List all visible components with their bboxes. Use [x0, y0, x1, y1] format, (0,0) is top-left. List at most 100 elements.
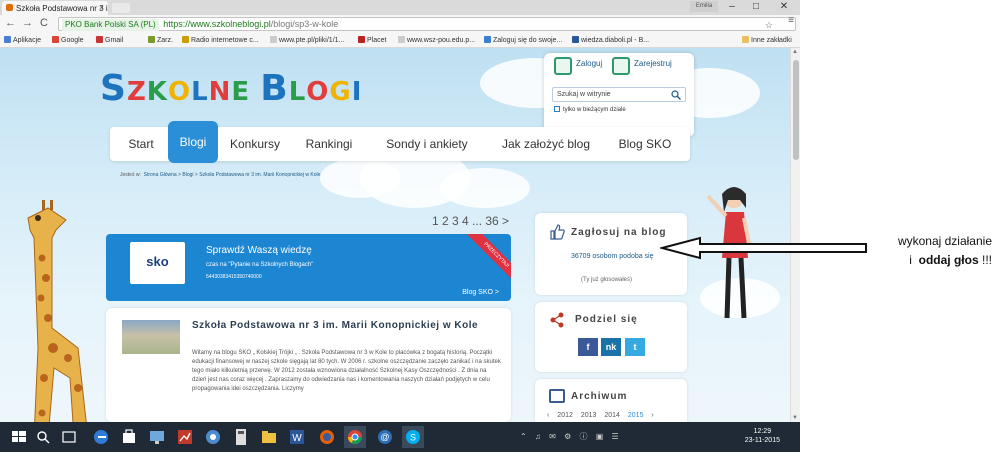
edge-icon[interactable] [90, 426, 112, 448]
bookmark-radio[interactable]: Radio internetowe c... [182, 36, 259, 44]
checkbox-icon[interactable] [554, 106, 560, 112]
scroll-down-icon[interactable]: ▼ [792, 415, 798, 421]
maximize-button[interactable]: □ [744, 0, 768, 14]
minimize-button[interactable]: – [720, 0, 744, 14]
instruction-annotation: wykonaj działanie i oddaj głos !!! [862, 232, 992, 270]
archive-year-2015[interactable]: 2015 [628, 412, 644, 419]
article-title[interactable]: Szkoła Podstawowa nr 3 im. Marii Konopni… [192, 320, 492, 331]
system-tray-icons[interactable]: ⌃ ♫ ✉ ⚙ ⓘ ▣ ☰ [520, 431, 622, 442]
nk-share-button[interactable]: nk [601, 338, 621, 356]
user-profile-badge[interactable]: Emilia [690, 1, 718, 12]
bookmark-gmail[interactable]: Gmail [96, 36, 123, 44]
archive-year-2013[interactable]: 2013 [581, 412, 597, 419]
nav-blogi[interactable]: Blogi [168, 121, 218, 163]
search-icon[interactable] [671, 90, 681, 100]
share-title: Podziel się [575, 314, 638, 325]
page-scrollbar[interactable]: ▲ ▼ [790, 48, 800, 422]
clock-time: 12:29 [753, 428, 772, 435]
chart-app-icon[interactable] [174, 426, 196, 448]
bookmark-google[interactable]: Google [52, 36, 84, 44]
mail-app-icon[interactable]: @ [374, 426, 396, 448]
twitter-share-button[interactable]: t [625, 338, 645, 356]
task-view-icon[interactable] [58, 426, 80, 448]
nav-konkursy[interactable]: Konkursy [222, 127, 288, 161]
archive-year-2012[interactable]: 2012 [557, 412, 573, 419]
login-button[interactable]: Zaloguj [554, 57, 602, 75]
svg-text:S: S [410, 433, 416, 443]
scroll-thumb[interactable] [793, 60, 799, 160]
nav-rankingi[interactable]: Rankingi [296, 127, 362, 161]
new-tab-button[interactable] [112, 3, 130, 13]
favicon-icon [6, 4, 13, 11]
search-icon[interactable] [32, 426, 54, 448]
breadcrumb-home[interactable]: Strona Główna [144, 172, 177, 178]
logo-letter [250, 77, 260, 107]
banner-stats: 54430383415350740000 [206, 274, 262, 280]
pointer-arrow-icon [660, 236, 867, 260]
nav-sondy-i-ankiety[interactable]: Sondy i ankiety [372, 127, 482, 161]
store-icon[interactable] [118, 426, 140, 448]
nav-start[interactable]: Start [116, 127, 166, 161]
reload-icon[interactable]: C [40, 17, 48, 29]
bookmark-placet[interactable]: Placet [358, 36, 386, 44]
archive-prev-icon[interactable]: ‹ [547, 412, 549, 419]
scroll-up-icon[interactable]: ▲ [792, 49, 798, 55]
file-explorer-icon[interactable] [258, 426, 280, 448]
site-search-input[interactable]: Szukaj w witrynie [552, 87, 686, 102]
firefox-icon[interactable] [316, 426, 338, 448]
archive-year-2014[interactable]: 2014 [604, 412, 620, 419]
secure-identity-badge[interactable]: PKO Bank Polski SA (PL) [62, 19, 159, 31]
banner-pagination[interactable]: 1 2 3 4 ... 36 > [432, 214, 509, 228]
blog-article-card: Szkoła Podstawowa nr 3 im. Marii Konopni… [106, 308, 511, 422]
tab-close-icon[interactable]: × [99, 3, 104, 12]
site-logo[interactable]: SZKOLNE BLOGI [100, 68, 362, 109]
bookmark-apps[interactable]: Aplikacje [4, 36, 41, 44]
register-button[interactable]: Zarejestruj [612, 57, 672, 75]
back-arrow-icon[interactable]: ← [5, 17, 16, 29]
svg-text:@: @ [380, 432, 389, 442]
bookmark-zaloguj[interactable]: Zaloguj się do swoje... [484, 36, 562, 44]
close-window-button[interactable]: ✕ [768, 0, 800, 14]
browser-menu-icon[interactable]: ≡ [788, 15, 794, 26]
vote-like-count[interactable]: 36709 osobom podoba się [571, 253, 654, 260]
windows-start-icon[interactable] [8, 426, 30, 448]
nav-jak-zalozyc-blog[interactable]: Jak założyć blog [496, 127, 596, 161]
skype-icon[interactable]: S [402, 426, 424, 448]
calendar-icon [549, 389, 565, 403]
archive-next-icon[interactable]: › [651, 412, 653, 419]
logo-letter: S [100, 68, 127, 109]
read-ribbon: PRZECZYTAJ! [456, 234, 511, 289]
clock[interactable]: 12:29 23-11-2015 [745, 427, 780, 445]
thumbs-up-icon [550, 224, 565, 240]
nav-blog-sko[interactable]: Blog SKO [610, 127, 680, 161]
bookmark-pte[interactable]: www.pte.pl/pliki/1/1... [270, 36, 344, 44]
bookmark-star-icon[interactable]: ☆ [765, 19, 773, 31]
banner-link[interactable]: Blog SKO > [462, 289, 499, 296]
login-arrow-icon [554, 57, 572, 75]
breadcrumb-blogi[interactable]: Blogi [182, 172, 193, 178]
word-icon[interactable]: W [286, 426, 308, 448]
browser-tab[interactable]: Szkoła Podstawowa nr 3 i × [2, 1, 108, 15]
web-page: SZKOLNE BLOGI Zaloguj Zarejestruj Szukaj… [0, 48, 790, 422]
chrome-icon[interactable] [344, 426, 366, 448]
bookmark-wsz[interactable]: www.wsz-pou.edu.p... [398, 36, 475, 44]
search-scope-checkbox[interactable]: tylko w bieżącym dziale [554, 106, 626, 113]
url-input[interactable]: PKO Bank Polski SA (PL) https://www.szko… [58, 17, 796, 31]
calculator-icon[interactable] [230, 426, 252, 448]
breadcrumb: Jesteś w: Strona Główna > Blogi > Szkoła… [120, 172, 321, 178]
url-host: https://www.szkolneblogi.pl [163, 19, 271, 29]
bookmark-folder-other[interactable]: Inne zakładki [742, 36, 792, 44]
school-photo[interactable] [122, 320, 180, 354]
monitor-app-icon[interactable] [146, 426, 168, 448]
windows-taskbar: W @ S ⌃ ♫ ✉ ⚙ ⓘ ▣ ☰ 12:29 23-11-2015 [0, 422, 800, 452]
main-navigation: Start Blogi Konkursy Rankingi Sondy i an… [110, 121, 690, 163]
blank-strip [0, 452, 800, 474]
bookmark-wiedza[interactable]: wiedza.diaboli.pl - B... [572, 36, 649, 44]
archive-years: ‹ 2012 2013 2014 2015 › [547, 412, 660, 419]
network-app-icon[interactable] [202, 426, 224, 448]
bookmark-zarz[interactable]: Zarz. [148, 36, 173, 44]
facebook-share-button[interactable]: f [578, 338, 598, 356]
clock-date: 23-11-2015 [744, 437, 780, 444]
forward-arrow-icon[interactable]: → [22, 17, 33, 29]
promo-banner[interactable]: sko Sprawdź Waszą wiedzę czas na "Pytani… [106, 234, 511, 301]
